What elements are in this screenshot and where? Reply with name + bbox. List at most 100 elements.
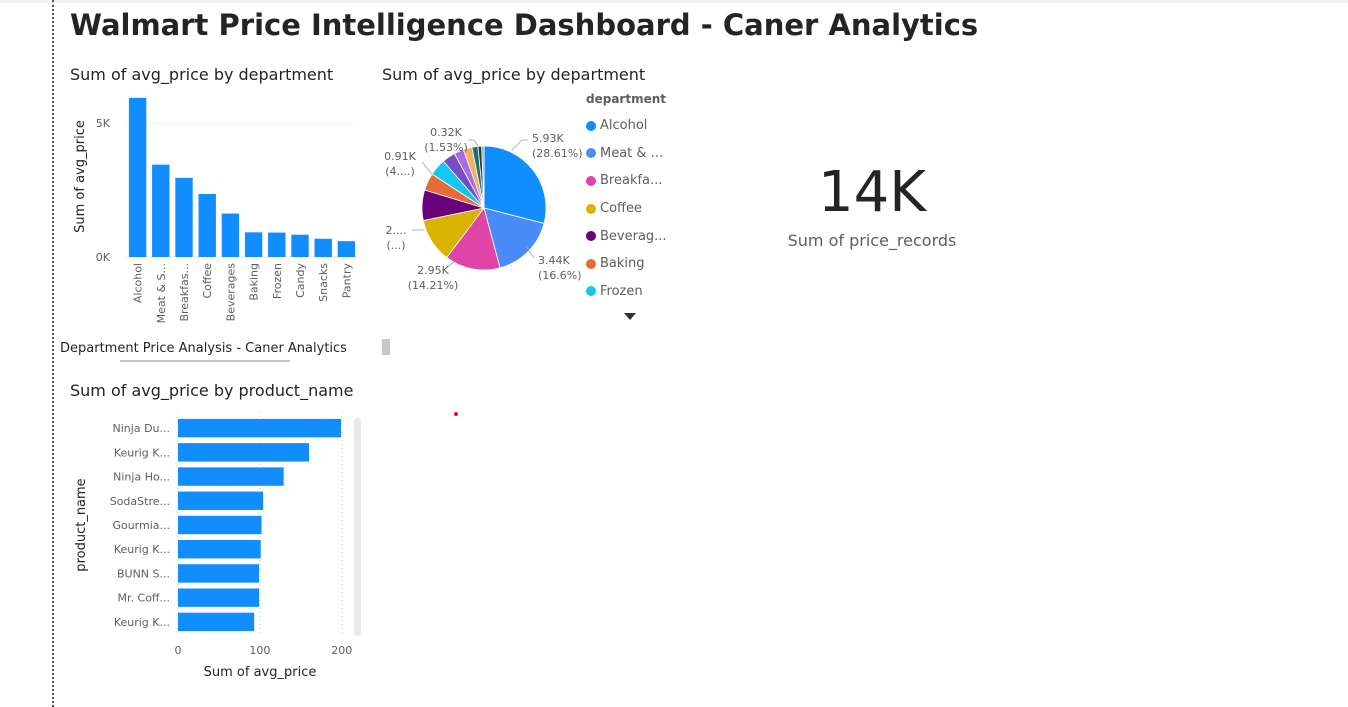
legend-item[interactable]: Coffee — [586, 195, 667, 223]
legend-swatch — [586, 148, 596, 159]
dept-pie-chart[interactable]: 5.93K (28.61%) 3.44K (16.6%) 2.95K (14.21%) 2.… — [376, 112, 586, 302]
product-bar-ytick: Keurig K... — [114, 543, 170, 556]
dept-bar-xtick: Beverages — [224, 263, 237, 322]
pie-data-label-value: 0.91K — [384, 150, 416, 163]
legend-label: Alcohol — [600, 118, 648, 134]
legend-more-caret-icon[interactable] — [624, 313, 636, 320]
dept-bar — [198, 193, 216, 257]
dept-bar — [244, 232, 263, 257]
dept-bar-title: Sum of avg_price by department — [70, 65, 334, 84]
pie-leader-line — [468, 139, 479, 147]
legend-swatch — [586, 231, 596, 242]
product-bar — [178, 443, 310, 462]
product-bar — [178, 564, 260, 583]
legend-label: Baking — [600, 256, 645, 272]
kpi-card-label: Sum of price_records — [787, 231, 957, 250]
page-title: Walmart Price Intelligence Dashboard - C… — [70, 8, 979, 42]
product-bar — [178, 612, 255, 632]
product-bar-ytick: Gourmia... — [112, 519, 170, 532]
dept-bar — [152, 164, 170, 257]
dept-bar — [337, 241, 356, 257]
pie-leader-line — [511, 139, 528, 151]
analysis-textbox[interactable]: Department Price Analysis - Caner Analyt… — [60, 341, 347, 356]
product-bar-title: Sum of avg_price by product_name — [70, 381, 354, 400]
dept-bar-xtick: Candy — [294, 263, 307, 298]
legend-label: Frozen — [600, 283, 643, 299]
dept-bar-xtick: Coffee — [201, 263, 214, 299]
dept-bar-xtick: Breakfas... — [178, 263, 191, 322]
product-bar-xtick: 200 — [331, 644, 352, 657]
legend-item[interactable]: Breakfa... — [586, 167, 667, 195]
dept-bar — [268, 232, 286, 257]
dept-bar — [221, 213, 240, 257]
page-left-guide — [52, 0, 54, 707]
product-bar-xtick: 0 — [175, 644, 182, 657]
product-bar-ylabel: product_name — [74, 478, 89, 571]
dept-bar-ytick: 0K — [96, 251, 111, 264]
dept-bar-xtick: Alcohol — [132, 263, 145, 303]
dept-pie-title: Sum of avg_price by department — [382, 65, 646, 84]
legend-title: department — [586, 92, 666, 106]
pie-data-label-value: 2.... — [386, 224, 407, 237]
product-bar — [178, 418, 341, 438]
legend-label: Beverag... — [600, 228, 667, 244]
pie-data-label-value: 2.95K — [417, 264, 449, 277]
dept-bar-chart[interactable]: 5K 0K Sum of avg_price Alcohol Meat & S... Br… — [60, 88, 365, 338]
legend-item[interactable]: Baking — [586, 250, 667, 278]
textbox-underline — [120, 360, 290, 362]
legend-item[interactable]: Frozen — [586, 278, 667, 306]
pie-legend: department Alcohol Meat & ... Breakfa... Co… — [586, 92, 667, 305]
dept-bar-xtick: Meat & S... — [155, 263, 168, 323]
dept-bar-xtick: Frozen — [271, 263, 284, 299]
pie-data-label-percent: (14.21%) — [408, 279, 459, 292]
dept-bar-ytick: 5K — [96, 117, 111, 130]
pie-leader-line — [421, 161, 433, 175]
dept-bar — [128, 97, 147, 258]
cursor-marker — [454, 412, 458, 416]
pie-data-label-value: 5.93K — [532, 132, 564, 145]
pie-data-label-percent: (16.6%) — [538, 269, 582, 282]
pie-data-label-value: 0.32K — [430, 126, 462, 139]
dept-bar-xtick: Snacks — [317, 263, 330, 302]
legend-swatch — [586, 258, 596, 269]
product-bar-ytick: Ninja Ho... — [113, 471, 170, 484]
legend-label: Breakfa... — [600, 173, 663, 189]
legend-item[interactable]: Beverag... — [586, 222, 667, 250]
pie-data-label-value: 3.44K — [538, 254, 570, 267]
legend-swatch — [586, 286, 596, 297]
legend-item[interactable]: Alcohol — [586, 112, 667, 140]
product-bar-chart[interactable]: 0 100 200 Sum of avg_price product_name Ninja… — [60, 404, 360, 686]
legend-swatch — [586, 203, 596, 214]
dept-bar — [314, 238, 332, 257]
dept-bar-ylabel: Sum of avg_price — [73, 120, 88, 233]
kpi-card-value: 14K — [818, 160, 926, 225]
top-border — [0, 0, 1348, 3]
dept-bar — [175, 177, 193, 257]
dept-bar-xtick: Pantry — [340, 263, 353, 299]
product-bar-xtick: 100 — [249, 644, 270, 657]
pie-data-label-percent: (1.53%) — [424, 141, 468, 154]
legend-swatch — [586, 120, 596, 131]
product-bar-scrollbar[interactable] — [354, 418, 361, 636]
legend-swatch — [586, 175, 596, 186]
product-bar-ytick: Ninja Du... — [113, 422, 170, 435]
product-bar-ytick: SodaStre... — [110, 495, 170, 508]
pie-data-label-percent: (28.61%) — [532, 147, 583, 160]
legend-item[interactable]: Meat & ... — [586, 140, 667, 168]
dept-bar — [291, 234, 309, 257]
legend-label: Meat & ... — [600, 145, 664, 161]
visual-resize-handle[interactable] — [382, 339, 390, 355]
pie-data-label-percent: (4....) — [385, 165, 415, 178]
legend-label: Coffee — [600, 201, 642, 217]
product-bar — [178, 588, 260, 607]
product-bar — [178, 467, 284, 486]
product-bar-xlabel: Sum of avg_price — [204, 665, 317, 680]
product-bar-ytick: BUNN S... — [117, 567, 170, 580]
dept-bar-xtick: Baking — [248, 263, 261, 301]
pie-data-label-percent: (...) — [386, 239, 405, 252]
product-bar-ytick: Mr. Coff... — [118, 592, 170, 605]
product-bar-ytick: Keurig K... — [114, 446, 170, 459]
product-bar — [178, 491, 264, 510]
product-bar-ytick: Keurig K... — [114, 616, 170, 629]
product-bar — [178, 540, 261, 559]
